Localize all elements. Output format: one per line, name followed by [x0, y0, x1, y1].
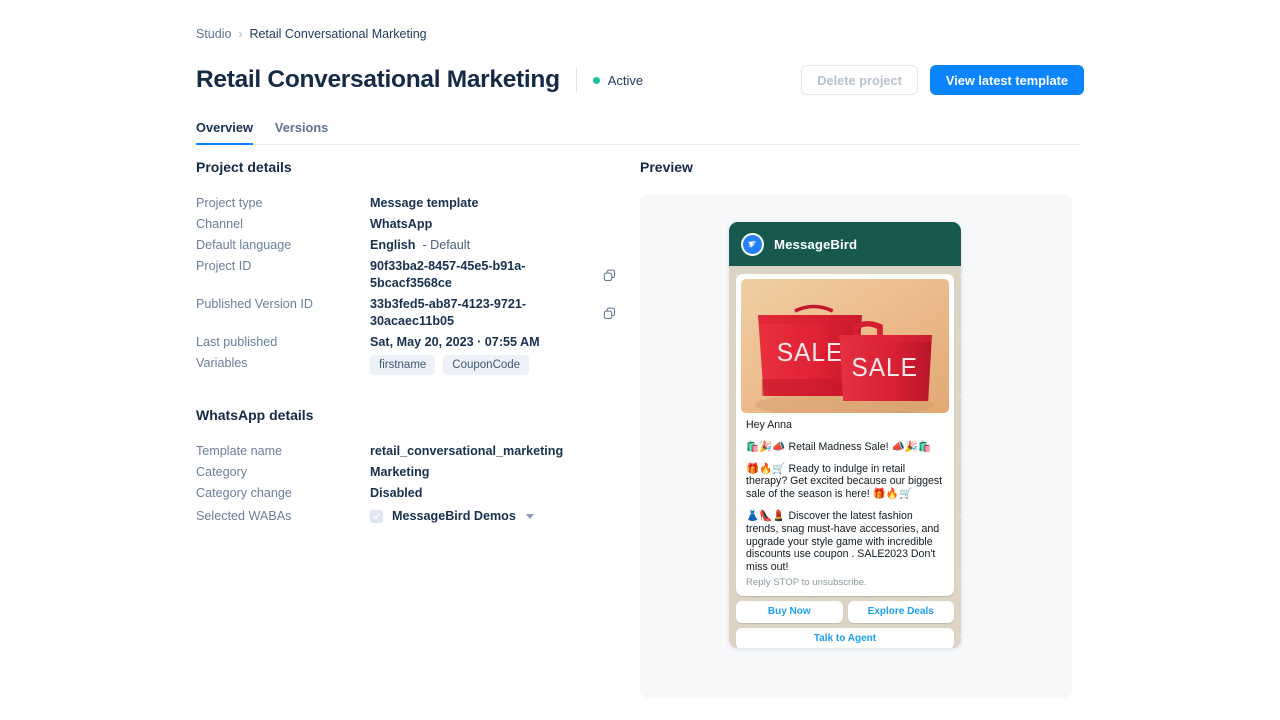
whatsapp-chat-body: SALE SALE Hey Anna 🛍️🎉📣 Retail Madness S…	[729, 266, 961, 648]
variable-chip: firstname	[370, 355, 436, 375]
label-template-name: Template name	[196, 444, 283, 458]
detail-row-category-change: Category change Disabled	[196, 483, 616, 504]
detail-row-last-published: Last published Sat, May 20, 2023 · 07:55…	[196, 332, 616, 353]
value-published-version-id: 33b3fed5-ab87-4123-9721-30acaec11b05	[370, 297, 527, 328]
checkbox-checked-icon[interactable]	[370, 510, 383, 523]
detail-row-variables: Variables firstname CouponCode	[196, 353, 616, 377]
variable-chip-list: firstname CouponCode	[370, 355, 530, 375]
phone-mockup: MessageBird SALE SALE Hey Anna 🛍️🎉📣 Reta…	[729, 222, 961, 648]
details-column: Project details Project type Message tem…	[196, 158, 616, 527]
value-category: Marketing	[370, 465, 430, 479]
quick-reply-buttons-row-2: Talk to Agent	[736, 627, 954, 648]
language-name: English	[370, 238, 416, 252]
copy-icon[interactable]	[603, 269, 616, 282]
svg-text:SALE: SALE	[851, 353, 918, 382]
message-footer: Reply STOP to unsubscribe.	[746, 576, 867, 588]
detail-row-template-name: Template name retail_conversational_mark…	[196, 441, 616, 462]
waba-selector[interactable]: MessageBird Demos	[370, 508, 534, 525]
title-divider	[575, 67, 577, 93]
tab-bar: Overview Versions	[196, 119, 1080, 145]
label-category-change: Category change	[196, 486, 292, 500]
waba-name: MessageBird Demos	[392, 509, 516, 523]
status-badge: Active	[592, 72, 644, 88]
header-image: SALE SALE	[741, 279, 949, 413]
buy-now-button[interactable]: Buy Now	[736, 600, 843, 623]
page-title: Retail Conversational Marketing	[196, 66, 560, 93]
delete-project-button[interactable]: Delete project	[801, 65, 918, 95]
value-published-version-id-group: 33b3fed5-ab87-4123-9721-30acaec11b05	[370, 296, 616, 330]
breadcrumb-current: Retail Conversational Marketing	[249, 27, 427, 41]
copy-icon[interactable]	[603, 307, 616, 320]
preview-column: Preview	[640, 158, 1072, 193]
value-project-id: 90f33ba2-8457-45e5-b91a-5bcacf3568ce	[370, 259, 526, 290]
message-paragraph: 👗👠💄 Discover the latest fashion trends, …	[746, 509, 940, 574]
message-paragraph: 🎁🔥🛒 Ready to indulge in retail therapy? …	[746, 462, 943, 501]
chevron-down-icon[interactable]	[525, 514, 534, 519]
explore-deals-button[interactable]: Explore Deals	[847, 600, 954, 623]
project-details-title: Project details	[196, 159, 292, 175]
label-variables: Variables	[196, 356, 248, 370]
label-last-published: Last published	[196, 335, 278, 349]
view-latest-template-button[interactable]: View latest template	[929, 65, 1084, 95]
detail-row-category: Category Marketing	[196, 462, 616, 483]
language-default-suffix: - Default	[422, 238, 471, 252]
label-default-language: Default language	[196, 238, 292, 252]
tab-versions[interactable]: Versions	[275, 120, 328, 145]
value-project-id-group: 90f33ba2-8457-45e5-b91a-5bcacf3568ce	[370, 258, 616, 292]
label-published-version-id: Published Version ID	[196, 297, 313, 311]
value-selected-wabas: MessageBird Demos	[370, 508, 534, 525]
preview-title: Preview	[640, 159, 693, 175]
detail-row-project-id: Project ID 90f33ba2-8457-45e5-b91a-5bcac…	[196, 256, 616, 294]
breadcrumb-separator-icon: ›	[238, 27, 243, 41]
whatsapp-chat-header: MessageBird	[729, 222, 961, 266]
messagebird-logo-inner	[743, 234, 762, 254]
label-project-type: Project type	[196, 196, 263, 210]
preview-panel: MessageBird SALE SALE Hey Anna 🛍️🎉📣 Reta…	[640, 194, 1072, 698]
message-bubble: SALE SALE Hey Anna 🛍️🎉📣 Retail Madness S…	[736, 274, 954, 596]
message-paragraph: 🛍️🎉📣 Retail Madness Sale! 📣🎉🛍️	[746, 440, 932, 453]
breadcrumb-root-link[interactable]: Studio	[196, 26, 231, 42]
messagebird-logo-icon	[741, 232, 764, 256]
detail-row-project-type: Project type Message template	[196, 193, 616, 214]
detail-row-published-version-id: Published Version ID 33b3fed5-ab87-4123-…	[196, 294, 616, 332]
detail-row-channel: Channel WhatsApp	[196, 214, 616, 235]
label-category: Category	[196, 465, 248, 479]
talk-to-agent-button[interactable]: Talk to Agent	[736, 627, 954, 648]
label-channel: Channel	[196, 217, 243, 231]
label-selected-wabas: Selected WABAs	[196, 509, 292, 523]
message-bubble-wrapper: SALE SALE Hey Anna 🛍️🎉📣 Retail Madness S…	[736, 274, 954, 648]
quick-reply-buttons-row-1: Buy Now Explore Deals	[736, 600, 954, 623]
label-project-id: Project ID	[196, 259, 252, 273]
tab-overview[interactable]: Overview	[196, 120, 253, 145]
value-project-type: Message template	[370, 196, 479, 210]
project-overview-page: Studio › Retail Conversational Marketing…	[0, 0, 1280, 720]
channel-name: MessageBird	[774, 236, 858, 252]
breadcrumb: Studio › Retail Conversational Marketing	[196, 26, 427, 42]
value-channel: WhatsApp	[370, 217, 433, 231]
detail-row-selected-wabas: Selected WABAs MessageBird Demos	[196, 504, 616, 527]
whatsapp-details-title: WhatsApp details	[196, 407, 314, 423]
message-body: Hey Anna 🛍️🎉📣 Retail Madness Sale! 📣🎉🛍️ …	[741, 413, 949, 574]
page-title-row: Retail Conversational Marketing Active	[196, 64, 643, 96]
value-template-name: retail_conversational_marketing	[370, 444, 564, 458]
status-label: Active	[607, 72, 644, 88]
header-actions: Delete project View latest template	[801, 65, 1084, 95]
status-dot-icon	[592, 76, 600, 84]
detail-row-default-language: Default language English - Default	[196, 235, 616, 256]
svg-text:SALE: SALE	[777, 338, 844, 367]
value-last-published: Sat, May 20, 2023 · 07:55 AM	[370, 335, 540, 349]
value-variables: firstname CouponCode	[370, 355, 530, 375]
message-greeting: Hey Anna	[746, 419, 792, 431]
variable-chip: CouponCode	[443, 355, 530, 375]
value-category-change: Disabled	[370, 486, 423, 500]
value-default-language: English - Default	[370, 237, 470, 254]
